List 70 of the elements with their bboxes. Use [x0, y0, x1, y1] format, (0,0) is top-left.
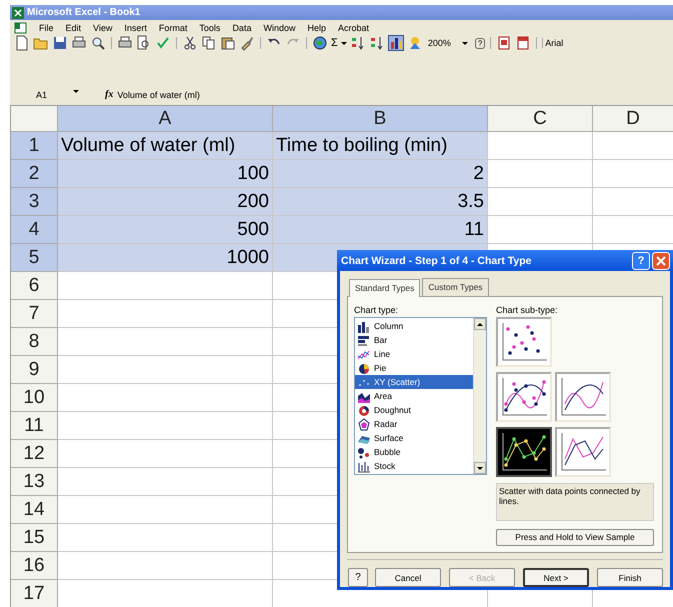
- column-header[interactable]: D: [593, 106, 673, 132]
- field-label: Chart sub-type:: [496, 305, 559, 315]
- menu-item[interactable]: Window: [262, 22, 296, 32]
- help-button[interactable]: ?: [348, 568, 368, 587]
- tab[interactable]: Standard Types: [349, 279, 420, 297]
- list-item[interactable]: Pie: [355, 361, 473, 375]
- menu-item[interactable]: Tools: [198, 22, 222, 32]
- help-button[interactable]: ?: [632, 252, 650, 270]
- menu-item[interactable]: Edit: [64, 22, 82, 32]
- row-header[interactable]: 12: [11, 440, 58, 468]
- tab[interactable]: Custom Types: [422, 278, 489, 296]
- list-item[interactable]: Bubble: [355, 445, 473, 459]
- row-header[interactable]: 11: [11, 412, 58, 440]
- zoom-field[interactable]: 200%: [426, 38, 459, 48]
- row-header[interactable]: 16: [11, 552, 58, 580]
- menu-item[interactable]: Data: [231, 22, 252, 32]
- list-item[interactable]: Column: [355, 319, 473, 333]
- table-cell: Time to boiling (min): [273, 132, 488, 160]
- row-header[interactable]: 13: [11, 468, 58, 496]
- column-header[interactable]: A: [58, 106, 273, 132]
- description-text: Scatter with data points connected by lines.: [496, 483, 654, 521]
- dialog-title: Chart Wizard - Step 1 of 4 - Chart Type: [341, 254, 532, 266]
- menu-item[interactable]: View: [92, 22, 114, 32]
- list-item[interactable]: Bar: [355, 333, 473, 347]
- menu-item[interactable]: File: [38, 22, 55, 32]
- list-item[interactable]: Radar: [355, 417, 473, 431]
- table-cell: Volume of water (ml): [58, 132, 273, 160]
- column-header[interactable]: C: [488, 106, 593, 132]
- menu-item[interactable]: Acrobat: [336, 22, 370, 32]
- autosum-button[interactable]: Σ: [331, 37, 338, 49]
- row-header[interactable]: 3: [11, 188, 58, 216]
- table-cell: 11: [273, 216, 488, 244]
- row-header[interactable]: 10: [11, 384, 58, 412]
- dialog-button[interactable]: Cancel: [375, 568, 441, 587]
- window-title: Microsoft Excel - Book1: [27, 7, 140, 18]
- list-item[interactable]: Line: [355, 347, 473, 361]
- row-header[interactable]: 5: [11, 244, 58, 272]
- table-cell: 100: [58, 160, 273, 188]
- list-item[interactable]: Surface: [355, 431, 473, 445]
- row-header[interactable]: 7: [11, 300, 58, 328]
- list-item[interactable]: Doughnut: [355, 403, 473, 417]
- row-header[interactable]: 6: [11, 272, 58, 300]
- formula-field[interactable]: Volume of water (ml): [117, 90, 200, 100]
- list-item[interactable]: XY (Scatter): [355, 375, 473, 389]
- dialog-button[interactable]: Finish: [597, 568, 663, 587]
- list-item[interactable]: Area: [355, 389, 473, 403]
- row-header[interactable]: 17: [11, 580, 58, 607]
- row-header[interactable]: 1: [11, 132, 58, 160]
- row-header[interactable]: 2: [11, 160, 58, 188]
- view-sample-button[interactable]: Press and Hold to View Sample: [496, 528, 654, 546]
- dialog-button[interactable]: Next >: [523, 568, 589, 587]
- row-header[interactable]: 9: [11, 356, 58, 384]
- column-header[interactable]: B: [273, 106, 488, 132]
- table-cell: 3.5: [273, 188, 488, 216]
- field-label: Chart type:: [354, 305, 400, 315]
- list-item[interactable]: Stock: [355, 459, 473, 473]
- row-header[interactable]: 4: [11, 216, 58, 244]
- name-box[interactable]: A1: [10, 90, 85, 100]
- menu-item[interactable]: Insert: [123, 22, 148, 32]
- menu-item[interactable]: Format: [158, 22, 188, 32]
- table-cell: 2: [273, 160, 488, 188]
- help-button[interactable]: ?: [474, 38, 486, 48]
- menu-item[interactable]: Help: [306, 22, 327, 32]
- table-cell: 500: [58, 216, 273, 244]
- insert-function-button[interactable]: fx: [105, 89, 114, 100]
- row-header[interactable]: 8: [11, 328, 58, 356]
- table-cell: 200: [58, 188, 273, 216]
- row-header[interactable]: 14: [11, 496, 58, 524]
- row-header[interactable]: 15: [11, 524, 58, 552]
- table-cell: 1000: [58, 244, 273, 272]
